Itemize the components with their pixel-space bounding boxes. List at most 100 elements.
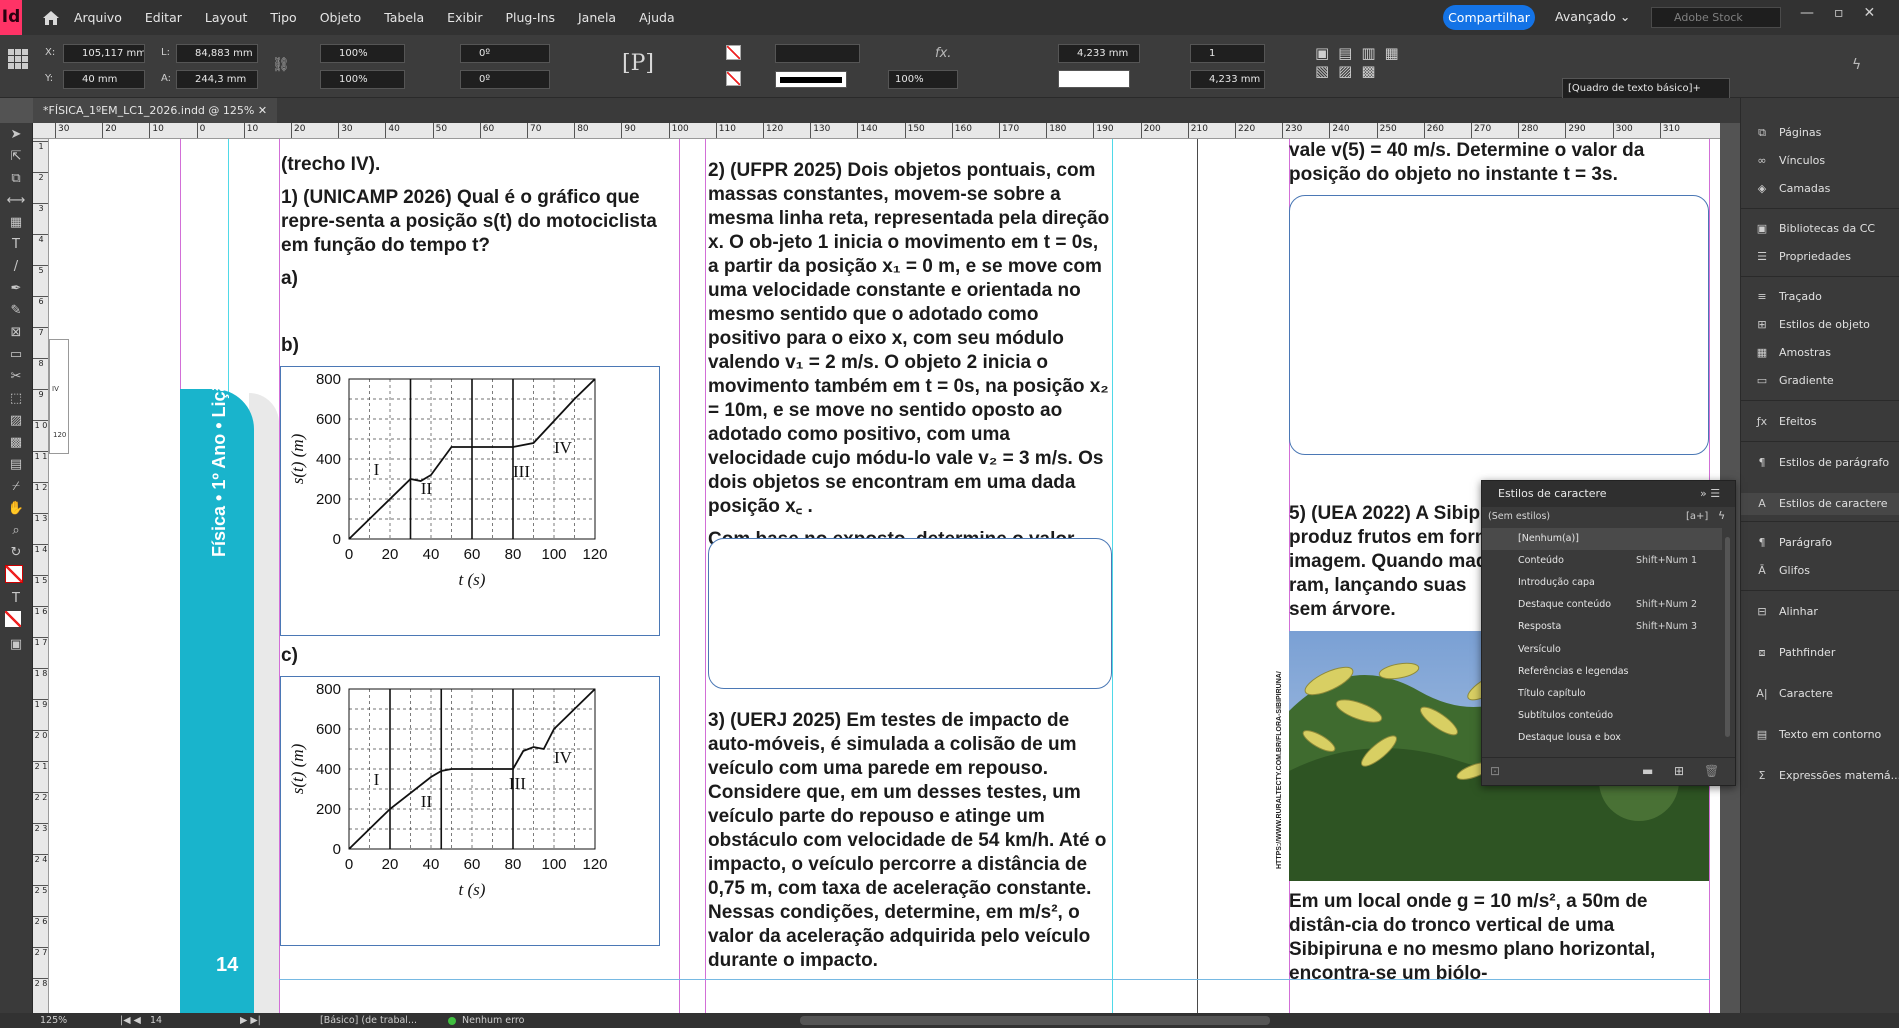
panel-layers[interactable]: ◈ Camadas [1751, 178, 1831, 200]
panel-properties[interactable]: ☰ Propriedades [1751, 246, 1851, 268]
page-tool-icon[interactable]: ⧉ [5, 169, 27, 189]
new-style-icon[interactable]: ⊞ [1674, 764, 1684, 778]
scissors-tool-icon[interactable]: ✂ [5, 367, 27, 387]
content-collector-icon[interactable]: ▦ [5, 213, 27, 233]
screen-mode-icon[interactable]: ▣ [5, 635, 27, 655]
column2-text[interactable]: 2) (UFPR 2025) Dois objetos pontuais, co… [708, 159, 1112, 585]
menu-arquivo[interactable]: Arquivo [74, 10, 122, 25]
menu-tipo[interactable]: Tipo [270, 10, 296, 25]
column1-text[interactable]: (trecho IV). 1) (UNICAMP 2026) Qual é o … [281, 153, 679, 300]
corner-shape-select[interactable] [1058, 70, 1130, 88]
pencil-tool-icon[interactable]: ✎ [5, 301, 27, 321]
scale-x-field[interactable]: 100% [320, 44, 405, 63]
fill-swatch-icon[interactable] [726, 45, 741, 60]
panel-align[interactable]: ⊟ Alinhar [1751, 601, 1817, 623]
create-style-button[interactable]: [a+] [1686, 511, 1708, 522]
character-styles-panel-title[interactable]: Estilos de caractere [1482, 481, 1735, 507]
panel-pathfinder[interactable]: ⧈ Pathfinder [1751, 642, 1836, 664]
window-controls[interactable]: —▫✕ [1800, 5, 1895, 21]
stroke-weight-select[interactable] [775, 44, 860, 63]
apply-none-icon[interactable] [5, 611, 21, 627]
menu-layout[interactable]: Layout [205, 10, 248, 25]
menu-editar[interactable]: Editar [145, 10, 182, 25]
object-style-select[interactable]: [Quadro de texto básico]+ [1562, 78, 1730, 99]
chart-b-frame[interactable]: 0 20 40 60 80 100 120 0 200 400 600 800 t (s) s(t) (m… [280, 366, 660, 636]
character-style-row[interactable]: Introdução capa [1482, 572, 1722, 594]
menu-ajuda[interactable]: Ajuda [639, 10, 675, 25]
panel-math-expressions[interactable]: Σ Expressões matemá... [1751, 765, 1899, 787]
alignment-icons[interactable]: ▣▤▥▦ ▧▨▩ [1315, 44, 1435, 92]
character-style-row[interactable]: Versículo [1482, 639, 1722, 661]
gradient-feather-tool-icon[interactable]: ▩ [5, 433, 27, 453]
columns-field[interactable]: 1 [1190, 44, 1265, 63]
stock-search-input[interactable]: Adobe Stock [1651, 7, 1781, 28]
menu-janela[interactable]: Janela [578, 10, 616, 25]
panel-text-wrap[interactable]: ▤ Texto em contorno [1751, 724, 1881, 746]
preflight-status[interactable]: Nenhum erro [462, 1013, 524, 1028]
panel-glyphs[interactable]: Ā Glifos [1751, 560, 1810, 582]
gradient-tool-icon[interactable]: ▨ [5, 411, 27, 431]
character-style-row[interactable]: Destaque conteúdo Shift+Num 2 [1482, 594, 1722, 616]
lightning-icon[interactable]: ϟ [1718, 509, 1725, 522]
x-position-field[interactable]: 105,117 mm [63, 44, 145, 63]
panel-character[interactable]: A| Caractere [1751, 683, 1833, 705]
panel-character-styles[interactable]: A Estilos de caractere [1741, 493, 1899, 515]
menu-plugins[interactable]: Plug-Ins [506, 10, 556, 25]
answer-box-q2[interactable] [708, 538, 1112, 689]
answer-box-q4[interactable] [1289, 195, 1709, 455]
folder-icon[interactable]: ▬ [1642, 764, 1653, 778]
menu-objeto[interactable]: Objeto [320, 10, 362, 25]
workspace-style[interactable]: [Básico] (de trabal... [320, 1013, 417, 1028]
effects-icon[interactable]: fx. [935, 46, 951, 61]
chart-c-frame[interactable]: 0 20 40 60 80 100 120 0 200 400 600 800 t (s) s(t) (m… [280, 676, 660, 946]
formatting-icon[interactable]: T [5, 589, 27, 609]
stroke-swatch-icon[interactable] [726, 71, 741, 86]
document-canvas[interactable]: IV 120 Física • 1º Ano • Lição de casa 1… [49, 139, 1720, 1013]
selection-tool-icon[interactable]: ➤ [5, 125, 27, 145]
width-field[interactable]: 84,883 mm [176, 44, 258, 63]
shear-field[interactable]: 0º [460, 70, 550, 89]
character-style-row[interactable]: Destaque lousa e box [1482, 727, 1722, 749]
pasteboard-thumbnail[interactable]: IV 120 [49, 339, 69, 454]
line-tool-icon[interactable]: / [5, 257, 27, 277]
height-field[interactable]: 244,3 mm [176, 70, 258, 89]
opacity-field[interactable]: 100% [888, 70, 958, 89]
panel-pages[interactable]: ⧉ Páginas [1751, 122, 1821, 144]
panel-object-styles[interactable]: ⊞ Estilos de objeto [1751, 314, 1870, 336]
panel-paragraph-styles[interactable]: ¶ Estilos de parágrafo [1751, 452, 1890, 474]
panel-menu-icon[interactable]: » ☰ [1700, 487, 1720, 500]
scale-y-field[interactable]: 100% [320, 70, 405, 89]
zoom-field[interactable]: 125% [40, 1013, 67, 1028]
page-nav-prev[interactable]: |◀ ◀ [120, 1013, 141, 1028]
workspace-switcher[interactable]: Avançado ⌄ [1555, 9, 1630, 24]
rectangle-tool-icon[interactable]: ▭ [5, 345, 27, 365]
menu-tabela[interactable]: Tabela [384, 10, 424, 25]
gutter-field[interactable]: 4,233 mm [1190, 70, 1265, 89]
scrollbar[interactable] [1725, 537, 1730, 737]
hand-tool-icon[interactable]: ✋ [5, 499, 27, 519]
rotation-field[interactable]: 0º [460, 44, 550, 63]
panel-links[interactable]: ∞ Vínculos [1751, 150, 1825, 172]
zoom-tool-icon[interactable]: ⌕ [5, 521, 27, 541]
stroke-type-select[interactable] [775, 71, 847, 88]
character-style-row[interactable]: Referências e legendas [1482, 661, 1722, 683]
stroke-weight-field[interactable]: 4,233 mm [1058, 44, 1140, 63]
clear-overrides-icon[interactable]: ⊡ [1490, 764, 1500, 778]
page-nav-next[interactable]: ▶ ▶| [240, 1013, 261, 1028]
document-tab[interactable]: *FÍSICA_1ºEM_LC1_2026.indd @ 125% ✕ [33, 98, 278, 123]
fill-stroke-icon[interactable] [5, 565, 23, 583]
panel-swatches[interactable]: ▦ Amostras [1751, 342, 1831, 364]
panel-gradient[interactable]: ▭ Gradiente [1751, 370, 1834, 392]
text-wrap-icon[interactable]: [P] [622, 51, 654, 76]
menu-exibir[interactable]: Exibir [447, 10, 482, 25]
lightning-icon[interactable]: ϟ [1852, 57, 1861, 73]
panel-effects[interactable]: ƒx Efeitos [1751, 411, 1817, 433]
note-tool-icon[interactable]: ▤ [5, 455, 27, 475]
panel-stroke[interactable]: ≡ Traçado [1751, 286, 1821, 308]
constrain-proportions-icon[interactable]: ⛓ [272, 57, 290, 73]
page-number-field[interactable]: 14 [150, 1013, 162, 1028]
direct-selection-tool-icon[interactable]: ⇱ [5, 147, 27, 167]
trash-icon[interactable]: 🗑 [1704, 764, 1719, 778]
free-transform-tool-icon[interactable]: ⬚ [5, 389, 27, 409]
rectangle-frame-tool-icon[interactable]: ⊠ [5, 323, 27, 343]
